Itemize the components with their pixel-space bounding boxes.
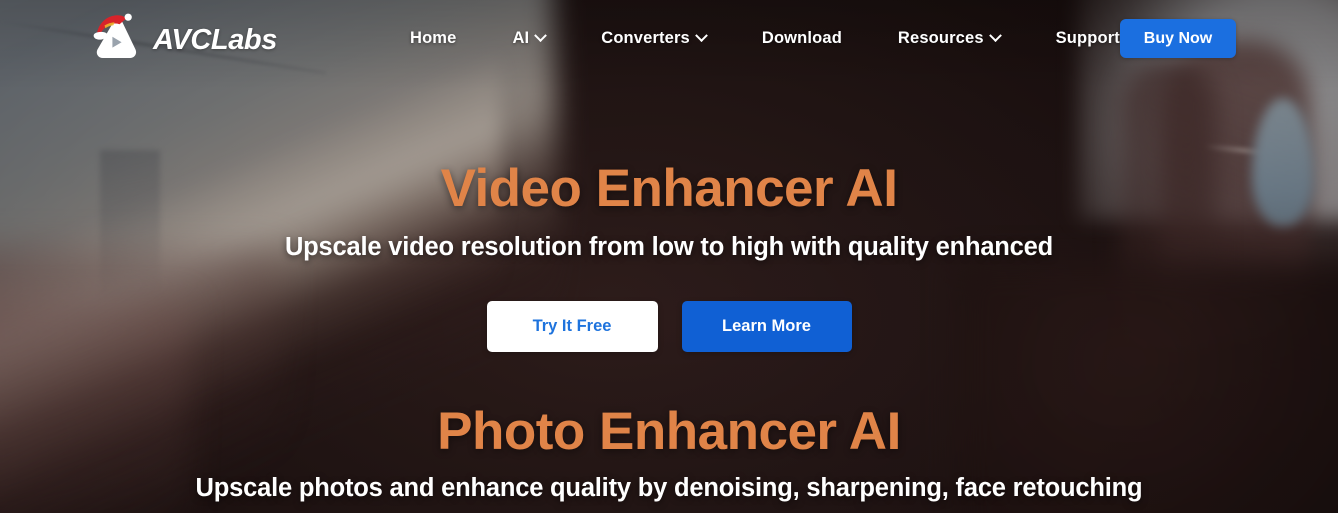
site-header: AVCLabs Home AI Converters Download Reso…: [0, 0, 1338, 76]
try-it-free-button[interactable]: Try It Free: [486, 301, 658, 352]
nav-item-converters[interactable]: Converters: [573, 0, 734, 76]
nav-item-download[interactable]: Download: [734, 0, 870, 76]
nav-item-home-label: Home: [410, 28, 457, 47]
nav-item-converters-label: Converters: [601, 28, 690, 47]
avclabs-play-santa-icon: [88, 11, 144, 65]
chevron-down-icon: [988, 28, 1002, 42]
page-root: AVCLabs Home AI Converters Download Reso…: [0, 0, 1338, 513]
buy-now-button[interactable]: Buy Now: [1120, 19, 1236, 58]
main-navigation: Home AI Converters Download Resources Su…: [382, 0, 1148, 76]
nav-item-ai[interactable]: AI: [484, 0, 573, 76]
learn-more-button[interactable]: Learn More: [681, 301, 852, 352]
nav-item-home[interactable]: Home: [382, 0, 484, 76]
nav-item-resources[interactable]: Resources: [870, 0, 1028, 76]
nav-item-support-label: Support: [1055, 28, 1120, 47]
video-enhancer-title: Video Enhancer AI: [440, 159, 898, 218]
chevron-down-icon: [695, 28, 708, 42]
video-enhancer-subtitle: Upscale video resolution from low to hig…: [284, 233, 1054, 261]
brand-logo[interactable]: AVCLabs: [88, 9, 277, 67]
brand-name: AVCLabs: [153, 24, 277, 56]
hero-cta-row: Try It Free Learn More: [0, 301, 1338, 352]
nav-item-resources-label: Resources: [897, 28, 984, 47]
nav-item-ai-label: AI: [512, 28, 530, 47]
chevron-down-icon: [534, 28, 548, 42]
nav-item-download-label: Download: [761, 28, 842, 47]
photo-enhancer-subtitle: Upscale photos and enhance quality by de…: [195, 474, 1143, 502]
photo-enhancer-title: Photo Enhancer AI: [437, 402, 901, 461]
